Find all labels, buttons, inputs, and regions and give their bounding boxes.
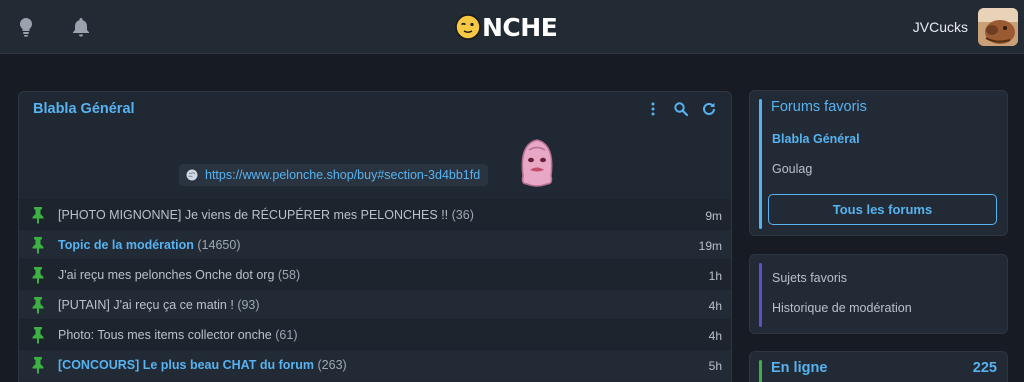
topic-time: 1h	[708, 269, 722, 283]
pin-icon	[32, 237, 44, 254]
topic-title[interactable]: Photo: Tous mes items collector onche (6…	[58, 328, 297, 342]
topic-title[interactable]: [PUTAIN] J'ai reçu ça ce matin ! (93)	[58, 298, 260, 312]
topic-time: 5h	[708, 359, 722, 373]
card-accent-bar	[759, 99, 762, 229]
topic-time: 19m	[698, 239, 722, 253]
top-bar: NCHE JVCucks	[0, 0, 1024, 54]
topic-title[interactable]: Topic de la modération (14650)	[58, 238, 240, 252]
topic-title-text[interactable]: [PHOTO MIGNONNE] Je viens de RÉCUPÉRER m…	[58, 208, 448, 222]
favorites-title: Forums favoris	[771, 99, 867, 115]
topic-title-text[interactable]: [CONCOURS] Le plus beau CHAT du forum	[58, 358, 314, 372]
banner-link[interactable]: https://www.pelonche.shop/buy#section-3d…	[205, 168, 480, 182]
topic-reply-count: (58)	[277, 268, 301, 282]
topic-reply-count: (14650)	[197, 238, 241, 252]
card-accent-bar	[759, 263, 762, 327]
topic-title[interactable]: [CONCOURS] Le plus beau CHAT du forum (2…	[58, 358, 347, 372]
topic-title-text[interactable]: Topic de la modération	[58, 238, 194, 252]
pin-icon	[32, 267, 44, 284]
avatar[interactable]	[978, 8, 1018, 46]
topic-title-text[interactable]: J'ai reçu mes pelonches Onche dot org	[58, 268, 274, 282]
mascot-sticker	[521, 139, 553, 187]
favorite-item-goulag[interactable]: Goulag	[772, 162, 812, 176]
online-title[interactable]: En ligne	[771, 360, 827, 376]
favorite-item-blabla[interactable]: Blabla Général	[772, 132, 860, 146]
search-icon[interactable]	[673, 101, 689, 117]
site-logo[interactable]: NCHE	[455, 12, 558, 42]
topic-reply-count: (61)	[275, 328, 298, 342]
promo-banner[interactable]: https://www.pelonche.shop/buy#section-3d…	[179, 164, 489, 186]
lightbulb-icon[interactable]	[14, 15, 38, 39]
refresh-icon[interactable]	[701, 101, 717, 117]
topic-row[interactable]: Photo: Tous mes items collector onche (6…	[19, 319, 731, 349]
topic-row[interactable]: J'ai reçu mes pelonches Onche dot org (5…	[19, 259, 731, 289]
topic-time: 4h	[708, 329, 722, 343]
topic-row[interactable]: [PUTAIN] J'ai reçu ça ce matin ! (93) 4h	[19, 289, 731, 319]
topic-time: 4h	[708, 299, 722, 313]
topic-row[interactable]: Topic de la modération (14650) 19m	[19, 229, 731, 259]
forum-actions	[645, 101, 717, 117]
forum-title[interactable]: Blabla Général	[33, 101, 135, 117]
topic-title[interactable]: [PHOTO MIGNONNE] Je viens de RÉCUPÉRER m…	[58, 208, 474, 222]
topic-time: 9m	[705, 209, 722, 223]
link-favorite-topics[interactable]: Sujets favoris	[772, 271, 847, 285]
card-accent-bar	[759, 360, 762, 382]
smiley-logo-icon	[455, 14, 481, 40]
topic-title-text[interactable]: [PUTAIN] J'ai reçu ça ce matin !	[58, 298, 234, 312]
logo-text: NCHE	[482, 12, 558, 42]
topic-reply-count: (36)	[451, 208, 474, 222]
topic-reply-count: (263)	[317, 358, 347, 372]
globe-icon	[186, 169, 198, 181]
pin-icon	[32, 327, 44, 344]
topic-title-text[interactable]: Photo: Tous mes items collector onche	[58, 328, 272, 342]
topic-row[interactable]: [CONCOURS] Le plus beau CHAT du forum (2…	[19, 349, 731, 379]
online-card: En ligne 225	[749, 351, 1008, 382]
topic-row[interactable]: [PHOTO MIGNONNE] Je viens de RÉCUPÉRER m…	[19, 199, 731, 229]
pin-icon	[32, 297, 44, 314]
topic-reply-count: (93)	[237, 298, 260, 312]
pin-icon	[32, 357, 44, 374]
topic-list: [PHOTO MIGNONNE] Je viens de RÉCUPÉRER m…	[19, 199, 731, 379]
pin-icon	[32, 207, 44, 224]
username[interactable]: JVCucks	[913, 19, 968, 35]
topic-title[interactable]: J'ai reçu mes pelonches Onche dot org (5…	[58, 268, 300, 282]
bell-icon[interactable]	[69, 15, 93, 39]
all-forums-button[interactable]: Tous les forums	[768, 194, 997, 225]
more-vertical-icon[interactable]	[645, 101, 661, 117]
links-card: Sujets favoris Historique de modération	[749, 254, 1008, 334]
forum-panel: Blabla Général https://www.pelonche.shop…	[18, 91, 732, 382]
link-moderation-history[interactable]: Historique de modération	[772, 301, 912, 315]
favorites-card: Forums favoris Blabla Général Goulag Tou…	[749, 90, 1008, 236]
online-count: 225	[972, 360, 997, 376]
